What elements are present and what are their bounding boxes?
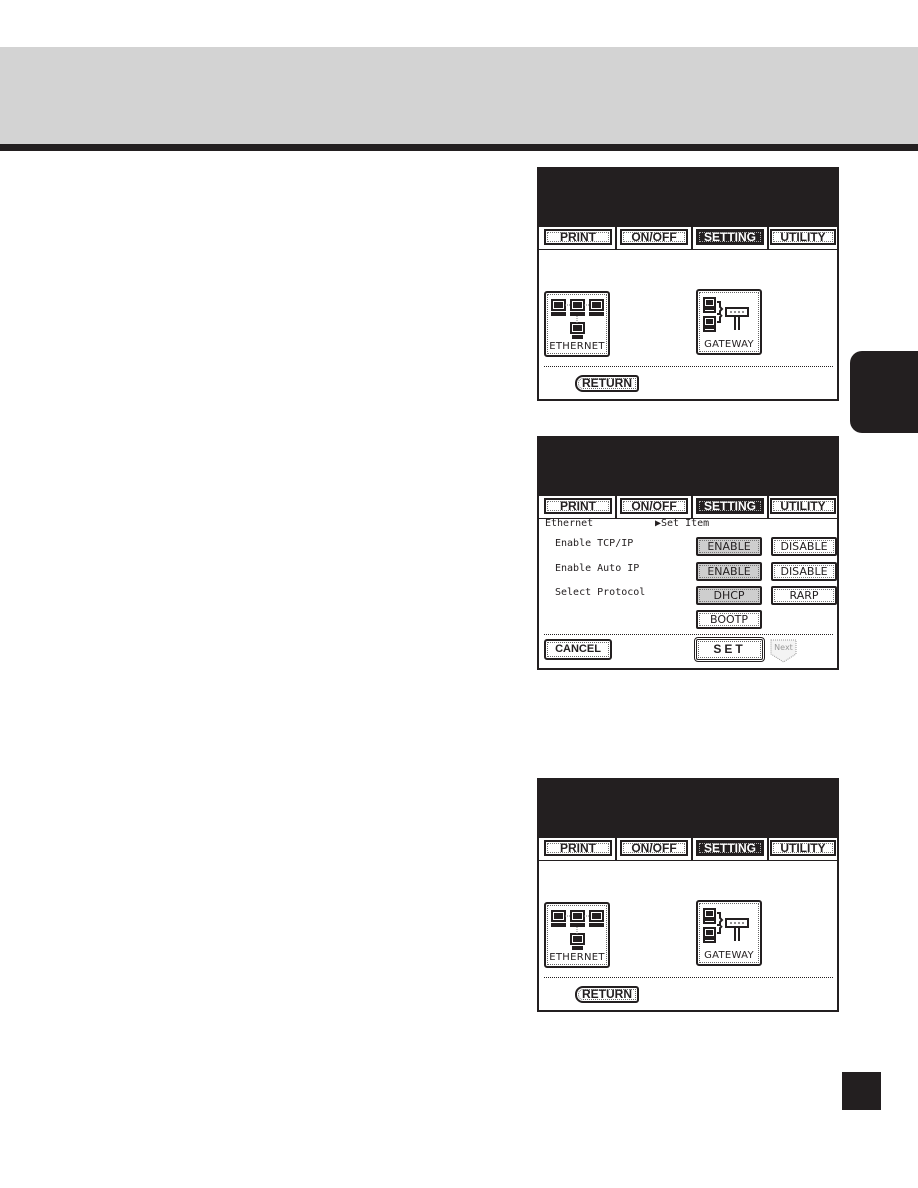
tab-setting[interactable]: SETTING [696,229,764,245]
row-label-enable-tcpip: Enable TCP/IP [555,538,634,549]
tab-on-off[interactable]: ON/OFF [620,498,688,514]
tab-utility[interactable]: UTILITY [770,840,836,856]
divider [544,366,833,367]
gateway-router-icon [703,908,749,943]
gateway-label: GATEWAY [704,339,754,350]
gateway-button[interactable]: GATEWAY [696,900,762,966]
tab-setting[interactable]: SETTING [696,498,764,514]
tab-divider [767,227,769,249]
divider [544,977,833,978]
section-title: Ethernet [545,518,594,529]
gateway-button[interactable]: GATEWAY [696,289,762,355]
tcpip-enable-button[interactable]: ENABLE [696,537,762,556]
tab-setting[interactable]: SETTING [696,840,764,856]
cancel-button[interactable]: CANCEL [544,639,612,660]
network-menu-screen-1: PRINT ON/OFF SETTING UTILITY ETHERNET GA… [537,167,839,401]
set-button[interactable]: SET [694,637,765,662]
row-label-enable-auto-ip: Enable Auto IP [555,563,640,574]
tab-on-off[interactable]: ON/OFF [620,229,688,245]
tab-print[interactable]: PRINT [544,498,612,514]
ethernet-settings-screen: PRINT ON/OFF SETTING UTILITY Ethernet ▶S… [537,436,839,670]
message-display [539,780,837,838]
gateway-label: GATEWAY [704,950,754,961]
message-display [539,169,837,227]
tab-divider [691,496,693,518]
next-label: Next [774,643,793,652]
protocol-dhcp-button[interactable]: DHCP [696,586,762,605]
tab-divider [767,496,769,518]
return-button[interactable]: RETURN [575,375,639,392]
protocol-rarp-button[interactable]: RARP [771,586,837,605]
tab-print[interactable]: PRINT [544,840,612,856]
next-button[interactable]: Next [770,639,797,663]
header-rule [0,144,918,151]
row-label-select-protocol: Select Protocol [555,587,646,598]
tab-divider [767,838,769,860]
instruction-text: ▶Set Item [655,518,710,529]
protocol-bootp-button[interactable]: BOOTP [696,610,762,629]
tab-utility[interactable]: UTILITY [770,229,836,245]
gateway-router-icon [703,297,749,332]
tab-divider [615,227,617,249]
chapter-side-tab [850,351,918,433]
ethernet-network-icon [551,299,604,339]
ethernet-label: ETHERNET [549,952,605,963]
ethernet-button[interactable]: ETHERNET [544,291,610,357]
tab-divider [691,227,693,249]
tab-divider [691,838,693,860]
ethernet-label: ETHERNET [549,341,605,352]
tab-bar: PRINT ON/OFF SETTING UTILITY [539,496,837,519]
auto-ip-disable-button[interactable]: DISABLE [771,562,837,581]
tab-bar: PRINT ON/OFF SETTING UTILITY [539,838,837,861]
header-band [0,47,918,144]
tcpip-disable-button[interactable]: DISABLE [771,537,837,556]
tab-bar: PRINT ON/OFF SETTING UTILITY [539,227,837,250]
tab-divider [615,838,617,860]
auto-ip-enable-button[interactable]: ENABLE [696,562,762,581]
page-number-box [842,1072,881,1110]
network-menu-screen-2: PRINT ON/OFF SETTING UTILITY ETHERNET GA… [537,778,839,1012]
tab-on-off[interactable]: ON/OFF [620,840,688,856]
tab-divider [615,496,617,518]
ethernet-network-icon [551,910,604,950]
return-button[interactable]: RETURN [575,986,639,1003]
ethernet-button[interactable]: ETHERNET [544,902,610,968]
message-display [539,438,837,496]
divider [544,634,833,635]
tab-print[interactable]: PRINT [544,229,612,245]
tab-utility[interactable]: UTILITY [770,498,836,514]
